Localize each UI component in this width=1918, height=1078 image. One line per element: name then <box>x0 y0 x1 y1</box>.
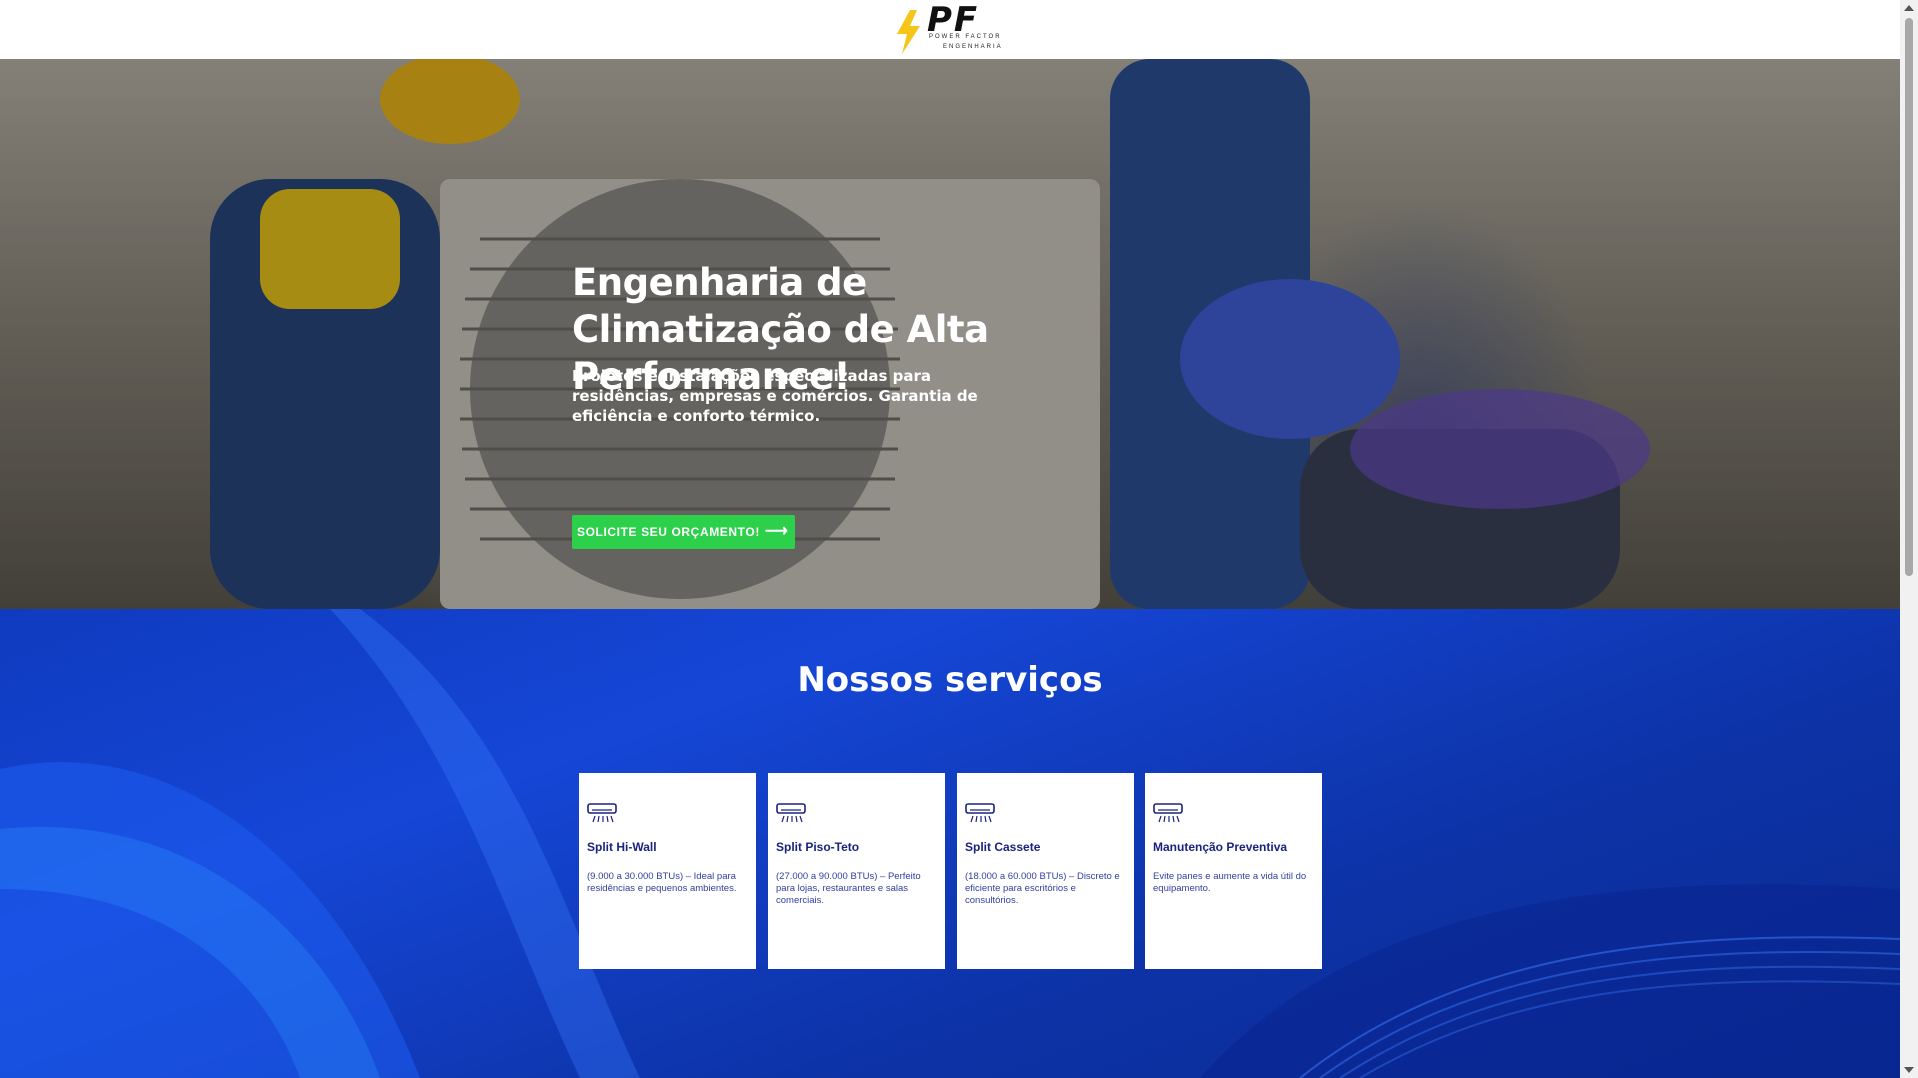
service-card-title: Manutenção Preventiva <box>1153 840 1288 854</box>
service-card-title: Split Piso-Teto <box>776 840 860 854</box>
air-conditioner-icon <box>1153 803 1183 823</box>
service-card-description: Evite panes e aumente a vida útil do equ… <box>1153 871 1307 894</box>
site-header: PF POWER FACTOR ENGENHARIA <box>0 0 1900 59</box>
scroll-up-icon[interactable] <box>1904 5 1914 11</box>
service-card-title: Split Hi-Wall <box>587 840 657 854</box>
service-card-manutencao-preventiva[interactable]: Manutenção Preventiva Evite panes e aume… <box>1145 773 1322 969</box>
hero-section: Engenharia de Climatização de Alta Perfo… <box>0 59 1900 609</box>
logo-line-1: POWER FACTOR <box>929 34 1002 40</box>
lightning-bolt-icon <box>897 10 920 54</box>
scrollbar-thumb[interactable] <box>1905 18 1913 576</box>
page-scrollbar[interactable] <box>1900 0 1918 1078</box>
logo-line-2: ENGENHARIA <box>943 44 1003 50</box>
air-conditioner-icon <box>587 803 617 823</box>
service-card-title: Split Cassete <box>965 840 1041 854</box>
request-quote-label: SOLICITE SEU ORÇAMENTO! <box>577 525 760 539</box>
services-section: Nossos serviços Split Hi-Wall (9.000 a 3… <box>0 609 1900 1078</box>
service-card-description: (27.000 a 90.000 BTUs) – Perfeito para l… <box>776 871 921 906</box>
scroll-down-icon[interactable] <box>1904 1067 1914 1073</box>
service-card-description: (18.000 a 60.000 BTUs) – Discreto e efic… <box>965 871 1120 906</box>
service-card-split-cassete[interactable]: Split Cassete (18.000 a 60.000 BTUs) – D… <box>957 773 1134 969</box>
service-card-description: (9.000 a 30.000 BTUs) – Ideal para resid… <box>587 871 737 894</box>
service-card-split-hi-wall[interactable]: Split Hi-Wall (9.000 a 30.000 BTUs) – Id… <box>579 773 756 969</box>
service-card-split-piso-teto[interactable]: Split Piso-Teto (27.000 a 90.000 BTUs) –… <box>768 773 945 969</box>
services-title: Nossos serviços <box>797 660 1103 700</box>
air-conditioner-icon <box>965 803 995 823</box>
air-conditioner-icon <box>776 803 806 823</box>
request-quote-button[interactable]: SOLICITE SEU ORÇAMENTO! ⟶ <box>572 515 795 549</box>
hero-subtitle: Projetos e Instalações especializadas pa… <box>572 367 978 425</box>
arrow-right-icon: ⟶ <box>764 523 789 540</box>
power-factor-logo[interactable]: PF POWER FACTOR ENGENHARIA <box>893 0 1003 54</box>
